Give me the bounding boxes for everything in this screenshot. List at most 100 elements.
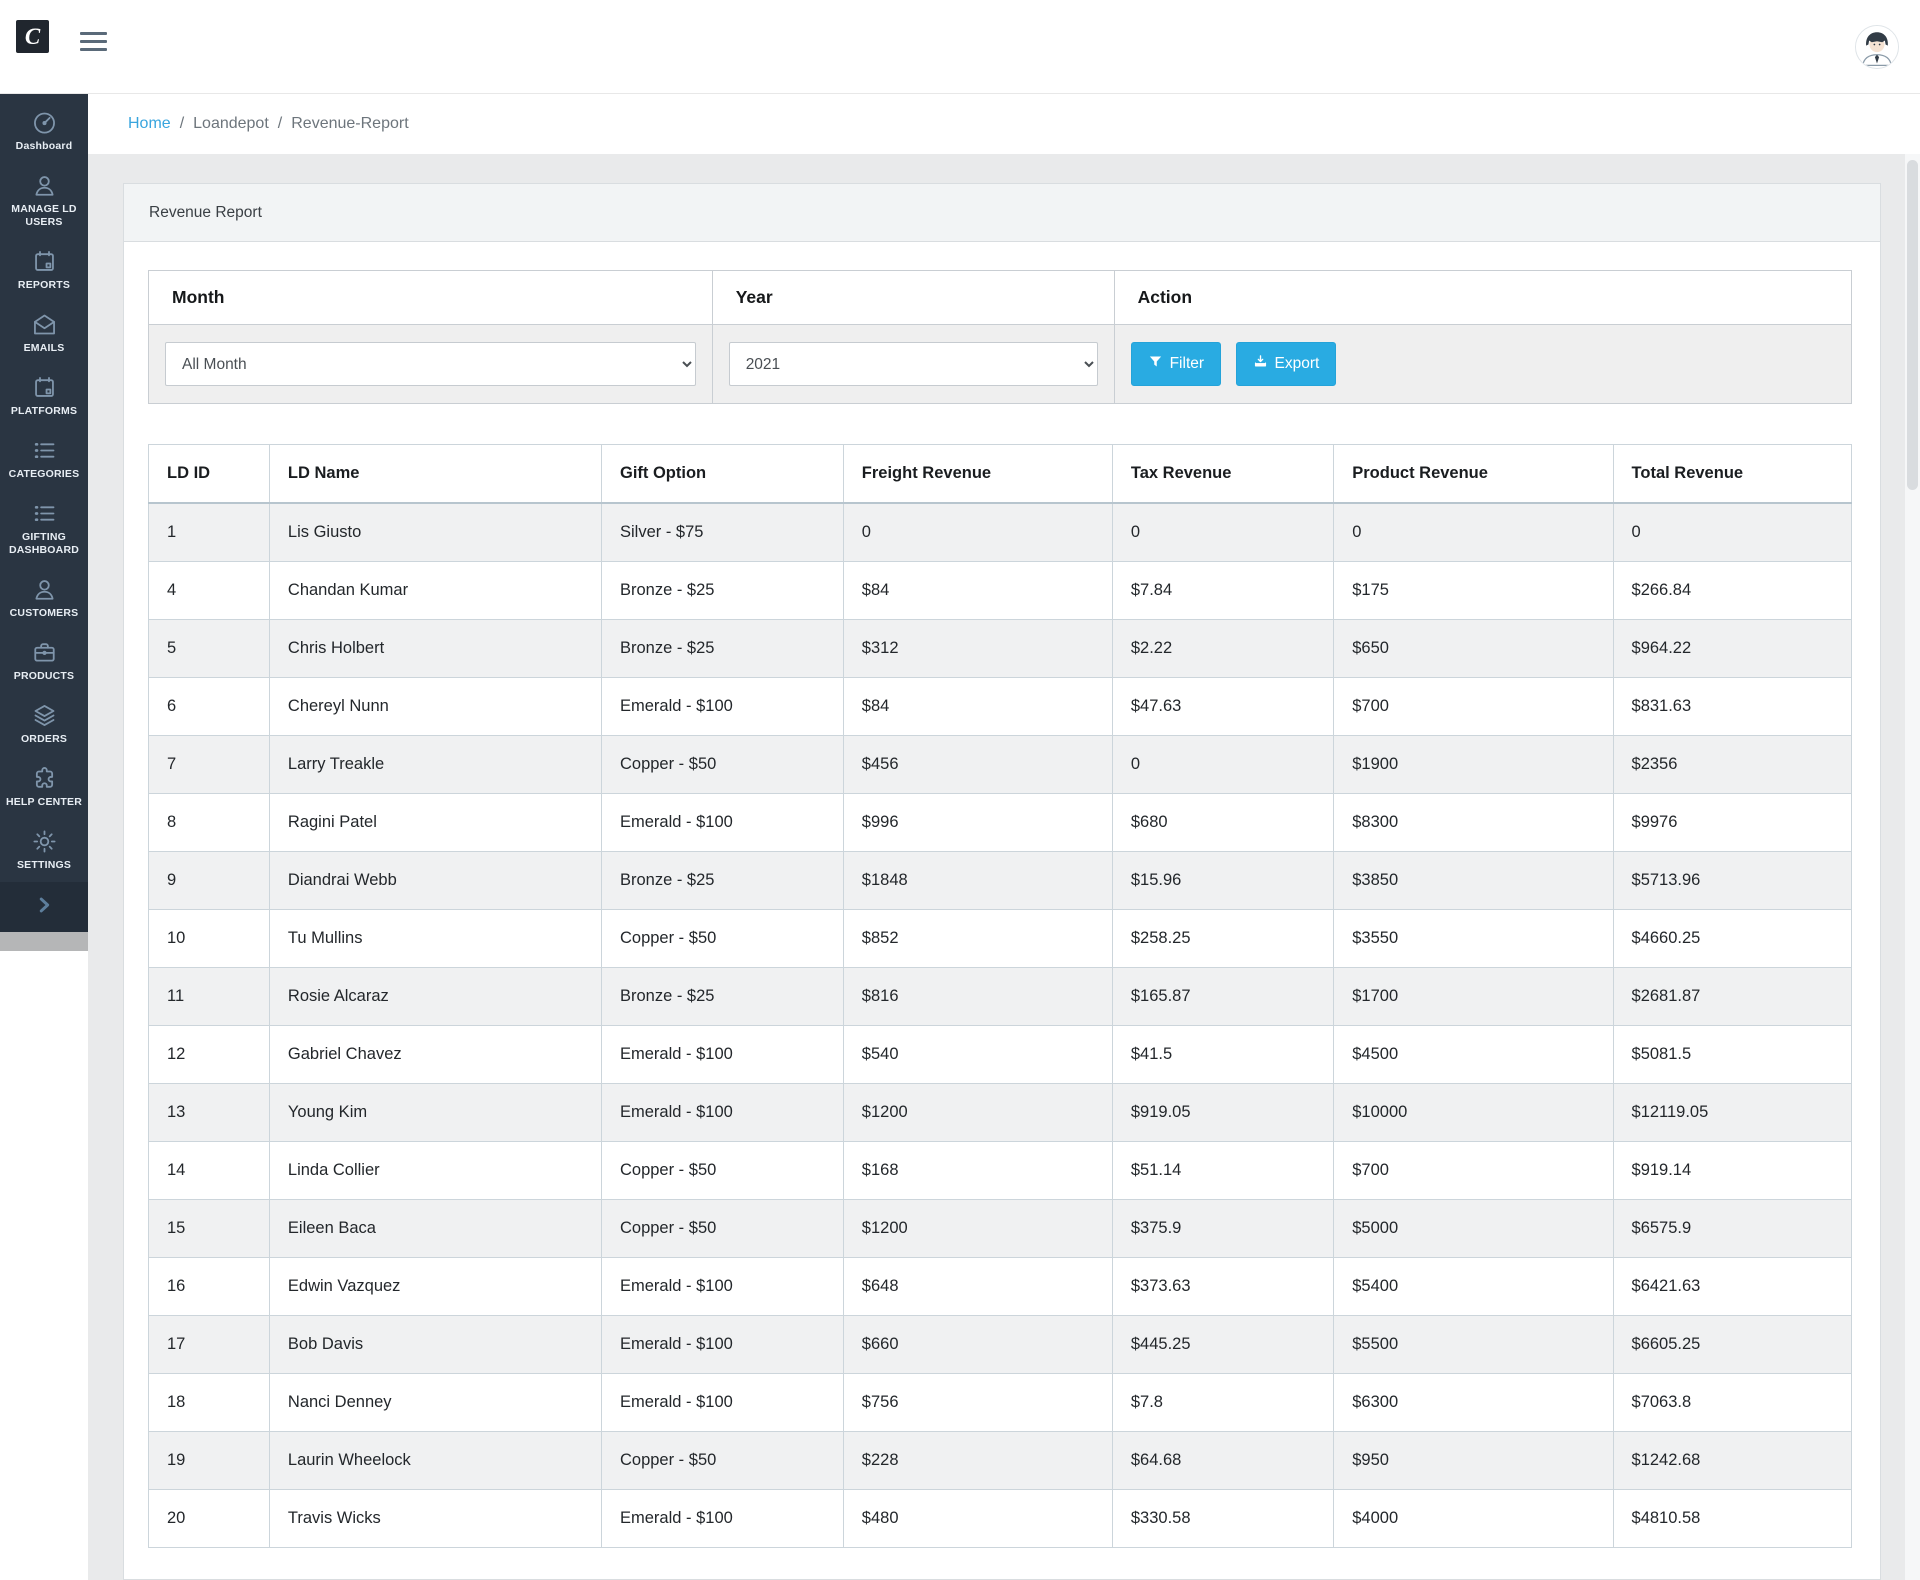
table-cell: Emerald - $100 xyxy=(601,1258,843,1316)
page-title: Revenue Report xyxy=(149,204,262,222)
table-cell: 15 xyxy=(149,1200,270,1258)
sidebar-item-label: Dashboard xyxy=(16,140,73,153)
table-cell: $480 xyxy=(843,1490,1112,1548)
table-cell: Emerald - $100 xyxy=(601,1316,843,1374)
table-cell: $330.58 xyxy=(1112,1490,1333,1548)
table-cell: 12 xyxy=(149,1026,270,1084)
table-row: 11Rosie AlcarazBronze - $25$816$165.87$1… xyxy=(149,968,1852,1026)
table-cell: 18 xyxy=(149,1374,270,1432)
table-cell: 16 xyxy=(149,1258,270,1316)
sidebar-item-label: MANAGE LD USERS xyxy=(3,203,85,229)
table-cell: 6 xyxy=(149,678,270,736)
table-cell: Emerald - $100 xyxy=(601,1490,843,1548)
table-cell: $964.22 xyxy=(1613,620,1851,678)
table-cell: $456 xyxy=(843,736,1112,794)
page-scrollbar-thumb[interactable] xyxy=(1907,160,1918,490)
menu-toggle-icon[interactable] xyxy=(80,32,107,56)
table-cell: Tu Mullins xyxy=(269,910,601,968)
table-cell: $41.5 xyxy=(1112,1026,1333,1084)
sidebar: Dashboard MANAGE LD USERS REPORTSEMAILS PLA… xyxy=(0,94,88,1580)
month-column-label: Month xyxy=(149,271,713,325)
table-cell: $1200 xyxy=(843,1200,1112,1258)
table-cell: $5713.96 xyxy=(1613,852,1851,910)
main-layout: Dashboard MANAGE LD USERS REPORTSEMAILS PLA… xyxy=(0,94,1920,1580)
table-cell: $51.14 xyxy=(1112,1142,1333,1200)
breadcrumb: Home/Loandepot/Revenue-Report xyxy=(88,94,1920,154)
table-cell: 10 xyxy=(149,910,270,968)
sidebar-item-manage-ld-users[interactable]: MANAGE LD USERS xyxy=(0,163,88,239)
table-cell: $8300 xyxy=(1334,794,1613,852)
table-cell: Bob Davis xyxy=(269,1316,601,1374)
table-cell: $5000 xyxy=(1334,1200,1613,1258)
column-header-ld-id: LD ID xyxy=(149,445,270,504)
table-cell: $1700 xyxy=(1334,968,1613,1026)
table-row: 18Nanci DenneyEmerald - $100$756$7.8$630… xyxy=(149,1374,1852,1432)
table-cell: $5400 xyxy=(1334,1258,1613,1316)
table-cell: Silver - $75 xyxy=(601,503,843,562)
table-row: 1Lis GiustoSilver - $750000 xyxy=(149,503,1852,562)
table-cell: $168 xyxy=(843,1142,1112,1200)
puzzle-icon xyxy=(31,765,58,792)
month-select[interactable]: All Month xyxy=(165,342,696,386)
sidebar-item-settings[interactable]: SETTINGS xyxy=(0,819,88,882)
table-cell: $10000 xyxy=(1334,1084,1613,1142)
table-row: 14Linda CollierCopper - $50$168$51.14$70… xyxy=(149,1142,1852,1200)
breadcrumb-separator: / xyxy=(180,115,184,133)
table-cell: 19 xyxy=(149,1432,270,1490)
table-cell: Eileen Baca xyxy=(269,1200,601,1258)
table-cell: $2356 xyxy=(1613,736,1851,794)
sidebar-item-reports[interactable]: REPORTS xyxy=(0,239,88,302)
sidebar-item-label: PLATFORMS xyxy=(11,405,77,418)
sidebar-item-products[interactable]: PRODUCTS xyxy=(0,630,88,693)
chevron-right-icon xyxy=(33,894,55,921)
calendar-icon xyxy=(31,374,58,401)
page-scrollbar[interactable] xyxy=(1905,154,1920,1580)
table-cell: Gabriel Chavez xyxy=(269,1026,601,1084)
table-cell: $258.25 xyxy=(1112,910,1333,968)
table-cell: $680 xyxy=(1112,794,1333,852)
column-header-total-revenue: Total Revenue xyxy=(1613,445,1851,504)
sidebar-item-customers[interactable]: CUSTOMERS xyxy=(0,567,88,630)
table-cell: $1900 xyxy=(1334,736,1613,794)
export-button[interactable]: Export xyxy=(1236,342,1337,386)
sidebar-item-categories[interactable]: CATEGORIES xyxy=(0,428,88,491)
table-cell: $5081.5 xyxy=(1613,1026,1851,1084)
sidebar-item-help-center[interactable]: HELP CENTER xyxy=(0,756,88,819)
table-row: 7Larry TreakleCopper - $50$4560$1900$235… xyxy=(149,736,1852,794)
table-cell: Emerald - $100 xyxy=(601,1026,843,1084)
sidebar-item-platforms[interactable]: PLATFORMS xyxy=(0,365,88,428)
table-row: 13Young KimEmerald - $100$1200$919.05$10… xyxy=(149,1084,1852,1142)
filter-button[interactable]: Filter xyxy=(1131,342,1221,386)
table-cell: 4 xyxy=(149,562,270,620)
table-cell: $165.87 xyxy=(1112,968,1333,1026)
table-cell: 5 xyxy=(149,620,270,678)
table-cell: $375.9 xyxy=(1112,1200,1333,1258)
card-header: Revenue Report xyxy=(124,184,1880,242)
table-cell: Emerald - $100 xyxy=(601,794,843,852)
table-cell: $3850 xyxy=(1334,852,1613,910)
sidebar-item-emails[interactable]: EMAILS xyxy=(0,302,88,365)
column-header-freight-revenue: Freight Revenue xyxy=(843,445,1112,504)
sidebar-item-gifting-dashboard[interactable]: GIFTING DASHBOARD xyxy=(0,491,88,567)
sidebar-item-dashboard[interactable]: Dashboard xyxy=(0,100,88,163)
sidebar-expand-button[interactable] xyxy=(0,882,88,932)
mail-open-icon xyxy=(31,311,58,338)
table-cell: $7.8 xyxy=(1112,1374,1333,1432)
table-cell: $756 xyxy=(843,1374,1112,1432)
user-avatar[interactable] xyxy=(1855,25,1899,69)
sidebar-scrollbar[interactable] xyxy=(0,932,88,951)
sidebar-item-label: SETTINGS xyxy=(17,859,71,872)
table-cell: Bronze - $25 xyxy=(601,852,843,910)
table-cell: Travis Wicks xyxy=(269,1490,601,1548)
year-select[interactable]: 2021 xyxy=(729,342,1098,386)
table-cell: $950 xyxy=(1334,1432,1613,1490)
app-logo[interactable]: C xyxy=(16,20,49,53)
breadcrumb-item-home[interactable]: Home xyxy=(128,115,171,133)
table-cell: $1848 xyxy=(843,852,1112,910)
sidebar-item-orders[interactable]: ORDERS xyxy=(0,693,88,756)
table-cell: $47.63 xyxy=(1112,678,1333,736)
sidebar-item-label: ORDERS xyxy=(21,733,67,746)
table-cell: 1 xyxy=(149,503,270,562)
sidebar-item-label: GIFTING DASHBOARD xyxy=(3,531,85,557)
table-cell: 0 xyxy=(1112,503,1333,562)
